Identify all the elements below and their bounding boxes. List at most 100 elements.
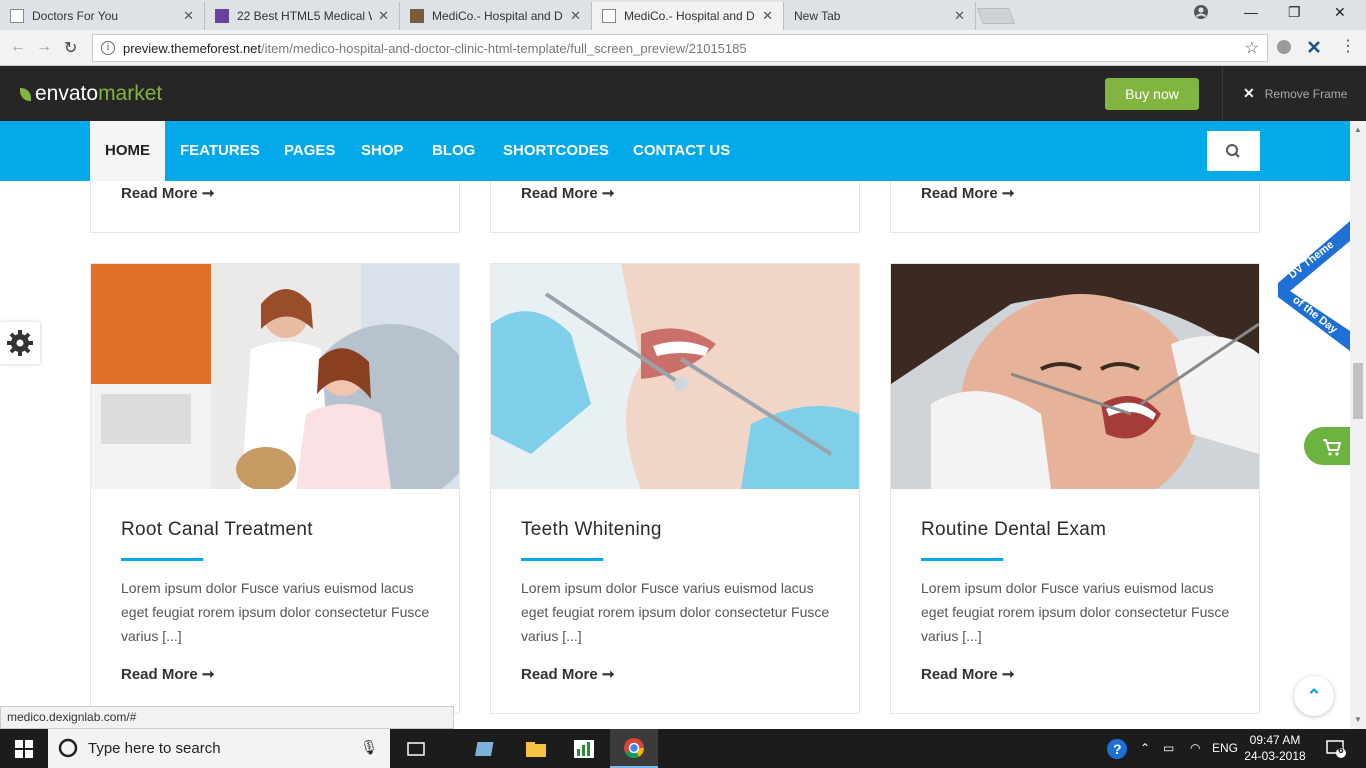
extension-icon[interactable] xyxy=(1306,39,1322,55)
tab-title: MediCo.- Hospital and D xyxy=(624,9,755,23)
envato-logo[interactable]: envato market xyxy=(20,82,162,106)
card-image-root-canal[interactable] xyxy=(91,264,459,489)
taskbar-app[interactable] xyxy=(560,729,608,768)
taskbar-app[interactable] xyxy=(512,729,560,768)
read-more-link[interactable]: Read More ➞ xyxy=(521,665,614,683)
scroll-up-icon[interactable]: ▲ xyxy=(1354,125,1362,134)
remove-frame-button[interactable]: ✕ Remove Frame xyxy=(1222,66,1366,121)
nav-features[interactable]: FEATURES xyxy=(165,121,275,181)
tab-title: New Tab xyxy=(794,9,841,23)
menu-kebab-icon[interactable]: ⋮ xyxy=(1340,39,1356,55)
help-icon[interactable]: ? xyxy=(1106,738,1128,763)
url-field[interactable]: i preview.themeforest.net/item/medico-ho… xyxy=(92,34,1268,62)
notification-count: 6 xyxy=(1338,745,1344,756)
buy-now-button[interactable]: Buy now xyxy=(1105,78,1199,110)
browser-tab[interactable]: Doctors For You ✕ xyxy=(0,2,205,30)
microphone-icon[interactable]: 🎙 xyxy=(360,739,378,756)
windows-start-button[interactable] xyxy=(0,729,48,768)
battery-icon[interactable]: ▭ xyxy=(1163,741,1174,755)
taskbar-app[interactable] xyxy=(462,729,510,768)
browser-tab[interactable]: New Tab ✕ xyxy=(784,2,976,30)
card-image-routine-exam[interactable] xyxy=(891,264,1259,489)
title-underline xyxy=(521,558,603,561)
read-more-label: Read More xyxy=(521,185,598,202)
read-more-link[interactable]: Read More ➞ xyxy=(121,665,214,683)
wifi-icon[interactable]: ◠ xyxy=(1190,741,1200,755)
arrow-right-icon: ➞ xyxy=(1001,185,1015,202)
card-excerpt: Lorem ipsum dolor Fusce varius euismod l… xyxy=(521,580,830,644)
svg-text:?: ? xyxy=(1113,741,1122,757)
close-icon[interactable]: ✕ xyxy=(378,8,389,24)
gear-icon xyxy=(7,330,33,356)
close-icon[interactable]: ✕ xyxy=(570,8,581,24)
remove-frame-label: Remove Frame xyxy=(1264,86,1348,101)
chevron-up-icon[interactable]: ⌃ xyxy=(1140,741,1150,755)
new-tab-button[interactable] xyxy=(977,8,1015,24)
scroll-to-top-button[interactable]: ⌃ xyxy=(1294,676,1334,716)
file-explorer-icon xyxy=(526,741,546,757)
ribbon-line-1: DV Theme xyxy=(1286,239,1336,282)
arrow-right-icon: ➞ xyxy=(1001,666,1015,683)
task-view-icon xyxy=(407,741,425,756)
read-more-link[interactable]: Read More ➞ xyxy=(521,184,614,202)
url-path: /item/medico-hospital-and-doctor-clinic-… xyxy=(261,40,747,56)
nav-home[interactable]: HOME xyxy=(90,121,165,181)
arrow-right-icon: ➞ xyxy=(601,185,615,202)
theme-of-the-day-ribbon[interactable]: DV Theme of the Day xyxy=(1270,221,1350,351)
card-image-teeth-whitening[interactable] xyxy=(491,264,859,489)
search-button[interactable] xyxy=(1207,131,1260,171)
taskbar-search-input[interactable]: Type here to search 🎙 xyxy=(48,729,390,768)
close-window-icon[interactable]: ✕ xyxy=(1334,4,1346,21)
windows-taskbar: Type here to search 🎙 ? ⌃ ▭ ◠ ENG 09:47 … xyxy=(0,729,1366,768)
reload-icon[interactable]: ↻ xyxy=(64,38,77,58)
forward-icon[interactable]: → xyxy=(36,38,52,56)
scroll-down-icon[interactable]: ▼ xyxy=(1354,715,1362,724)
close-icon[interactable]: ✕ xyxy=(954,8,965,24)
card-title[interactable]: Routine Dental Exam xyxy=(921,519,1106,541)
info-icon[interactable]: i xyxy=(101,41,115,55)
nav-contact-us[interactable]: CONTACT US xyxy=(618,121,745,181)
page-icon xyxy=(10,9,24,23)
browser-tab[interactable]: 22 Best HTML5 Medical W ✕ xyxy=(205,2,400,30)
tab-title: MediCo.- Hospital and D xyxy=(432,9,563,23)
envato-market-bar: envato market Buy now ✕ Remove Frame xyxy=(0,66,1366,121)
read-more-link[interactable]: Read More ➞ xyxy=(921,665,1014,683)
service-card: Teeth Whitening Lorem ipsum dolor Fusce … xyxy=(490,263,860,714)
nav-shop[interactable]: SHOP xyxy=(346,121,419,181)
nav-pages[interactable]: PAGES xyxy=(269,121,350,181)
extension-icon[interactable] xyxy=(1276,39,1292,55)
url-host: preview.themeforest.net xyxy=(123,40,262,56)
system-clock[interactable]: 09:47 AM 24-03-2018 xyxy=(1244,732,1306,764)
card-title[interactable]: Teeth Whitening xyxy=(521,519,662,541)
restore-icon[interactable]: ❐ xyxy=(1288,4,1301,21)
read-more-link[interactable]: Read More ➞ xyxy=(921,184,1014,202)
back-icon[interactable]: ← xyxy=(10,38,26,56)
read-more-link[interactable]: Read More ➞ xyxy=(121,184,214,202)
browser-tab[interactable]: MediCo.- Hospital and D ✕ xyxy=(400,2,592,30)
nav-shortcodes[interactable]: SHORTCODES xyxy=(488,121,624,181)
site-main-nav: HOME FEATURES PAGES SHOP BLOG SHORTCODES… xyxy=(0,121,1350,181)
profile-icon[interactable] xyxy=(1193,4,1209,23)
service-card: Root Canal Treatment Lorem ipsum dolor F… xyxy=(90,263,460,714)
minimize-icon[interactable]: — xyxy=(1244,4,1258,20)
link-status-url: medico.dexignlab.com/# xyxy=(0,706,454,729)
title-underline xyxy=(921,558,1003,561)
language-indicator[interactable]: ENG xyxy=(1212,741,1238,755)
close-icon[interactable]: ✕ xyxy=(183,8,194,24)
settings-panel-toggle[interactable] xyxy=(0,322,40,364)
task-view-button[interactable] xyxy=(392,729,440,768)
card-title[interactable]: Root Canal Treatment xyxy=(121,519,313,541)
close-icon[interactable]: ✕ xyxy=(762,8,773,24)
browser-tab-active[interactable]: MediCo.- Hospital and D ✕ xyxy=(592,2,784,30)
scrollbar-thumb[interactable] xyxy=(1353,363,1363,419)
envato-leaf-icon xyxy=(20,87,31,101)
taskbar-app-chrome[interactable] xyxy=(610,729,658,768)
cart-button[interactable] xyxy=(1304,427,1350,465)
shopping-cart-icon xyxy=(1323,439,1342,456)
search-icon xyxy=(1226,144,1240,158)
bookmark-star-icon[interactable]: ☆ xyxy=(1245,38,1259,58)
page-scrollbar[interactable]: ▲ ▼ xyxy=(1350,121,1366,729)
card-excerpt: Lorem ipsum dolor Fusce varius euismod l… xyxy=(121,580,430,644)
read-more-label: Read More xyxy=(121,185,198,202)
nav-blog[interactable]: BLOG xyxy=(417,121,490,181)
